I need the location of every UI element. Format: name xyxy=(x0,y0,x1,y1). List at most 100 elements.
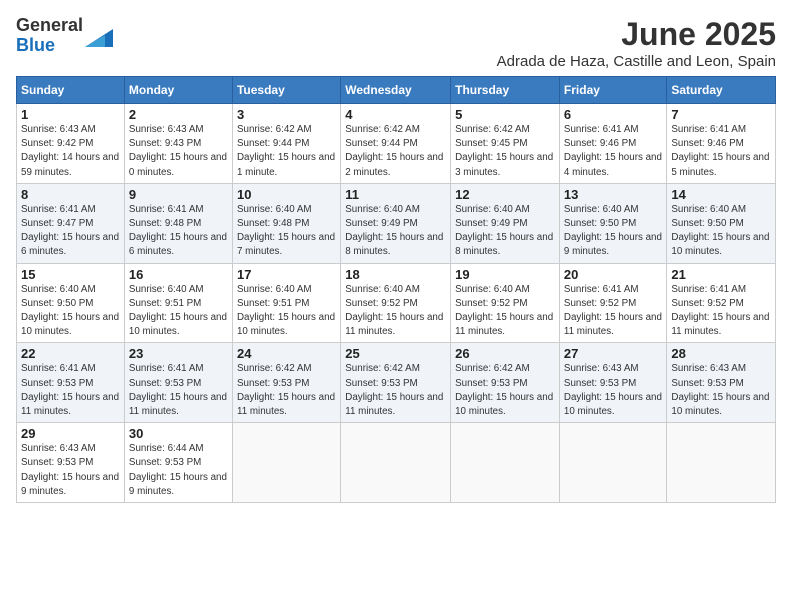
calendar-week-2: 8Sunrise: 6:41 AMSunset: 9:47 PMDaylight… xyxy=(17,183,776,263)
day-number: 21 xyxy=(671,267,771,282)
calendar-cell: 24Sunrise: 6:42 AMSunset: 9:53 PMDayligh… xyxy=(232,343,340,423)
day-detail: Sunrise: 6:40 AMSunset: 9:50 PMDaylight:… xyxy=(564,203,662,260)
day-detail: Sunrise: 6:42 AMSunset: 9:53 PMDaylight:… xyxy=(237,362,336,419)
calendar-cell: 25Sunrise: 6:42 AMSunset: 9:53 PMDayligh… xyxy=(341,343,451,423)
calendar-week-3: 15Sunrise: 6:40 AMSunset: 9:50 PMDayligh… xyxy=(17,263,776,343)
day-number: 3 xyxy=(237,107,336,122)
day-number: 18 xyxy=(345,267,446,282)
calendar-week-4: 22Sunrise: 6:41 AMSunset: 9:53 PMDayligh… xyxy=(17,343,776,423)
day-number: 5 xyxy=(455,107,555,122)
day-detail: Sunrise: 6:42 AMSunset: 9:45 PMDaylight:… xyxy=(455,123,555,180)
calendar-cell: 18Sunrise: 6:40 AMSunset: 9:52 PMDayligh… xyxy=(341,263,451,343)
page-container: General Blue June 2025 Adrada de Haza, C… xyxy=(0,0,792,511)
day-number: 20 xyxy=(564,267,662,282)
day-detail: Sunrise: 6:41 AMSunset: 9:46 PMDaylight:… xyxy=(564,123,662,180)
calendar-cell: 21Sunrise: 6:41 AMSunset: 9:52 PMDayligh… xyxy=(667,263,776,343)
day-detail: Sunrise: 6:40 AMSunset: 9:50 PMDaylight:… xyxy=(671,203,771,260)
day-number: 11 xyxy=(345,187,446,202)
location-title: Adrada de Haza, Castille and Leon, Spain xyxy=(497,53,776,70)
calendar-table: SundayMondayTuesdayWednesdayThursdayFrid… xyxy=(16,76,776,503)
calendar-header-tuesday: Tuesday xyxy=(232,77,340,104)
logo-text: General Blue xyxy=(16,16,113,56)
day-number: 27 xyxy=(564,346,662,361)
day-detail: Sunrise: 6:43 AMSunset: 9:53 PMDaylight:… xyxy=(671,362,771,419)
calendar-week-5: 29Sunrise: 6:43 AMSunset: 9:53 PMDayligh… xyxy=(17,423,776,503)
day-number: 9 xyxy=(129,187,228,202)
day-detail: Sunrise: 6:40 AMSunset: 9:51 PMDaylight:… xyxy=(129,283,228,340)
calendar-cell: 20Sunrise: 6:41 AMSunset: 9:52 PMDayligh… xyxy=(559,263,666,343)
calendar-cell: 16Sunrise: 6:40 AMSunset: 9:51 PMDayligh… xyxy=(124,263,232,343)
day-detail: Sunrise: 6:40 AMSunset: 9:49 PMDaylight:… xyxy=(345,203,446,260)
day-detail: Sunrise: 6:40 AMSunset: 9:51 PMDaylight:… xyxy=(237,283,336,340)
day-detail: Sunrise: 6:43 AMSunset: 9:43 PMDaylight:… xyxy=(129,123,228,180)
calendar-header-wednesday: Wednesday xyxy=(341,77,451,104)
day-detail: Sunrise: 6:40 AMSunset: 9:50 PMDaylight:… xyxy=(21,283,120,340)
calendar-cell: 28Sunrise: 6:43 AMSunset: 9:53 PMDayligh… xyxy=(667,343,776,423)
calendar-cell: 30Sunrise: 6:44 AMSunset: 9:53 PMDayligh… xyxy=(124,423,232,503)
day-number: 15 xyxy=(21,267,120,282)
day-detail: Sunrise: 6:43 AMSunset: 9:42 PMDaylight:… xyxy=(21,123,120,180)
calendar-cell: 17Sunrise: 6:40 AMSunset: 9:51 PMDayligh… xyxy=(232,263,340,343)
calendar-cell: 6Sunrise: 6:41 AMSunset: 9:46 PMDaylight… xyxy=(559,104,666,184)
logo-blue: Blue xyxy=(16,35,55,55)
day-detail: Sunrise: 6:40 AMSunset: 9:49 PMDaylight:… xyxy=(455,203,555,260)
day-detail: Sunrise: 6:41 AMSunset: 9:53 PMDaylight:… xyxy=(21,362,120,419)
day-detail: Sunrise: 6:43 AMSunset: 9:53 PMDaylight:… xyxy=(21,442,120,499)
logo-general: General xyxy=(16,15,83,35)
day-number: 8 xyxy=(21,187,120,202)
day-number: 1 xyxy=(21,107,120,122)
calendar-cell: 2Sunrise: 6:43 AMSunset: 9:43 PMDaylight… xyxy=(124,104,232,184)
day-number: 13 xyxy=(564,187,662,202)
calendar-header-sunday: Sunday xyxy=(17,77,125,104)
day-number: 10 xyxy=(237,187,336,202)
calendar-cell: 8Sunrise: 6:41 AMSunset: 9:47 PMDaylight… xyxy=(17,183,125,263)
header-row: General Blue June 2025 Adrada de Haza, C… xyxy=(16,16,776,70)
calendar-header-friday: Friday xyxy=(559,77,666,104)
day-detail: Sunrise: 6:40 AMSunset: 9:48 PMDaylight:… xyxy=(237,203,336,260)
day-number: 19 xyxy=(455,267,555,282)
day-number: 4 xyxy=(345,107,446,122)
day-number: 7 xyxy=(671,107,771,122)
calendar-cell xyxy=(451,423,560,503)
calendar-cell: 23Sunrise: 6:41 AMSunset: 9:53 PMDayligh… xyxy=(124,343,232,423)
day-number: 24 xyxy=(237,346,336,361)
calendar-cell: 14Sunrise: 6:40 AMSunset: 9:50 PMDayligh… xyxy=(667,183,776,263)
day-detail: Sunrise: 6:41 AMSunset: 9:52 PMDaylight:… xyxy=(564,283,662,340)
day-detail: Sunrise: 6:41 AMSunset: 9:53 PMDaylight:… xyxy=(129,362,228,419)
day-detail: Sunrise: 6:42 AMSunset: 9:53 PMDaylight:… xyxy=(345,362,446,419)
calendar-cell: 13Sunrise: 6:40 AMSunset: 9:50 PMDayligh… xyxy=(559,183,666,263)
calendar-header-thursday: Thursday xyxy=(451,77,560,104)
calendar-cell: 12Sunrise: 6:40 AMSunset: 9:49 PMDayligh… xyxy=(451,183,560,263)
title-block: June 2025 Adrada de Haza, Castille and L… xyxy=(497,16,776,70)
day-detail: Sunrise: 6:44 AMSunset: 9:53 PMDaylight:… xyxy=(129,442,228,499)
day-number: 17 xyxy=(237,267,336,282)
calendar-cell: 1Sunrise: 6:43 AMSunset: 9:42 PMDaylight… xyxy=(17,104,125,184)
calendar-cell: 4Sunrise: 6:42 AMSunset: 9:44 PMDaylight… xyxy=(341,104,451,184)
day-number: 30 xyxy=(129,426,228,441)
day-detail: Sunrise: 6:40 AMSunset: 9:52 PMDaylight:… xyxy=(345,283,446,340)
calendar-cell xyxy=(232,423,340,503)
day-number: 14 xyxy=(671,187,771,202)
day-number: 22 xyxy=(21,346,120,361)
logo-icon xyxy=(85,25,113,47)
day-number: 6 xyxy=(564,107,662,122)
day-detail: Sunrise: 6:42 AMSunset: 9:44 PMDaylight:… xyxy=(237,123,336,180)
day-number: 26 xyxy=(455,346,555,361)
calendar-cell xyxy=(341,423,451,503)
day-detail: Sunrise: 6:41 AMSunset: 9:48 PMDaylight:… xyxy=(129,203,228,260)
calendar-cell: 9Sunrise: 6:41 AMSunset: 9:48 PMDaylight… xyxy=(124,183,232,263)
calendar-cell: 27Sunrise: 6:43 AMSunset: 9:53 PMDayligh… xyxy=(559,343,666,423)
calendar-cell: 22Sunrise: 6:41 AMSunset: 9:53 PMDayligh… xyxy=(17,343,125,423)
calendar-header-saturday: Saturday xyxy=(667,77,776,104)
calendar-week-1: 1Sunrise: 6:43 AMSunset: 9:42 PMDaylight… xyxy=(17,104,776,184)
calendar-cell: 11Sunrise: 6:40 AMSunset: 9:49 PMDayligh… xyxy=(341,183,451,263)
day-detail: Sunrise: 6:42 AMSunset: 9:44 PMDaylight:… xyxy=(345,123,446,180)
calendar-cell: 5Sunrise: 6:42 AMSunset: 9:45 PMDaylight… xyxy=(451,104,560,184)
day-detail: Sunrise: 6:41 AMSunset: 9:46 PMDaylight:… xyxy=(671,123,771,180)
day-number: 25 xyxy=(345,346,446,361)
calendar-header-monday: Monday xyxy=(124,77,232,104)
calendar-cell: 7Sunrise: 6:41 AMSunset: 9:46 PMDaylight… xyxy=(667,104,776,184)
day-detail: Sunrise: 6:40 AMSunset: 9:52 PMDaylight:… xyxy=(455,283,555,340)
logo: General Blue xyxy=(16,16,113,56)
calendar-cell: 26Sunrise: 6:42 AMSunset: 9:53 PMDayligh… xyxy=(451,343,560,423)
